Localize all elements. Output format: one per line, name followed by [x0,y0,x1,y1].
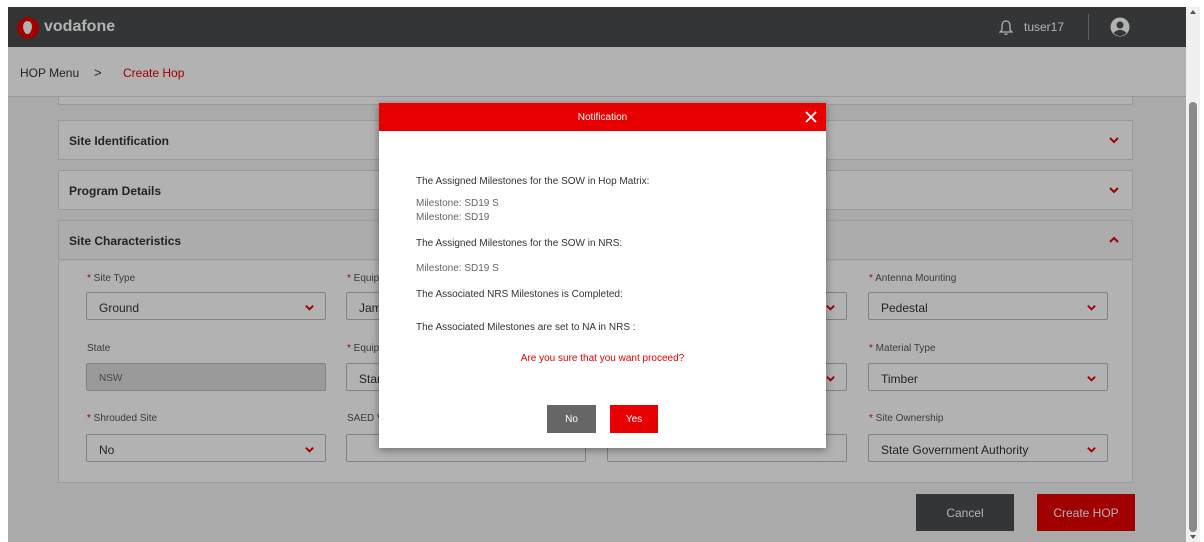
scroll-down-arrow-icon[interactable] [1190,535,1196,539]
hop-milestone-item: Milestone: SD19 [416,212,490,223]
nrs-na-heading: The Associated Milestones are set to NA … [416,322,636,333]
yes-button[interactable]: Yes [610,405,658,433]
no-button[interactable]: No [547,405,596,433]
notification-dialog: Notification The Assigned Milestones for… [379,103,826,448]
nrs-completed-heading: The Associated NRS Milestones is Complet… [416,289,623,300]
confirm-question: Are you sure that you want proceed? [520,353,685,364]
scrollbar-thumb[interactable] [1189,102,1197,532]
dialog-title: Notification [577,112,628,123]
nrs-heading: The Assigned Milestones for the SOW in N… [416,238,623,249]
nrs-milestone-item: Milestone: SD19 S [416,263,499,274]
dialog-header: Notification [379,103,826,131]
hop-matrix-heading: The Assigned Milestones for the SOW in H… [416,176,650,187]
close-icon[interactable] [804,110,818,124]
page-scrollbar[interactable] [1186,7,1200,542]
hop-milestone-item: Milestone: SD19 S [416,198,499,209]
scroll-up-arrow-icon[interactable] [1190,10,1196,14]
